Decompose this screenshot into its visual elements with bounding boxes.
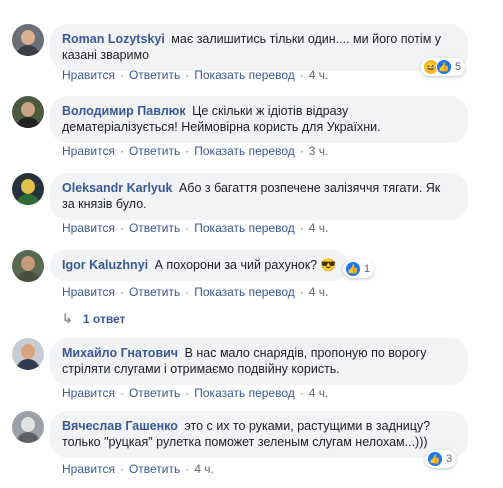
reaction-summary[interactable]: 👍 3 [425, 450, 457, 468]
comment-author[interactable]: Roman Lozytskyi [62, 32, 165, 46]
comment-time[interactable]: 4 ч. [194, 462, 214, 476]
comment-author[interactable]: Володимир Павлюк [62, 104, 186, 118]
avatar[interactable] [12, 250, 44, 282]
like-reaction-icon: 👍 [427, 451, 443, 467]
reply-button[interactable]: Ответить [129, 144, 180, 158]
reaction-count: 5 [455, 61, 462, 73]
comment-actions: Нравится · Ответить · Показать перевод · 4 ч. [62, 221, 329, 235]
like-button[interactable]: Нравится [62, 144, 115, 158]
comment-author[interactable]: Михайло Гнатович [62, 346, 178, 360]
comment-time[interactable]: 4 ч. [309, 285, 329, 299]
translate-button[interactable]: Показать перевод [194, 386, 295, 400]
comment-actions: Нравится · Ответить · Показать перевод · 4 ч. [62, 285, 329, 299]
comment-time[interactable]: 3 ч. [309, 144, 329, 158]
reaction-summary[interactable]: 👍 1 [343, 260, 375, 278]
comment-bubble: Roman Lozytskyi має залишитись тільки од… [50, 24, 468, 71]
like-button[interactable]: Нравится [62, 68, 115, 82]
comment-actions: Нравится · Ответить · Показать перевод · 3 ч. [62, 144, 329, 158]
comment-time[interactable]: 4 ч. [309, 221, 329, 235]
comment-author[interactable]: Igor Kaluzhnyi [62, 258, 148, 272]
reply-button[interactable]: Ответить [129, 285, 180, 299]
replies-count[interactable]: 1 ответ [83, 312, 126, 326]
like-button[interactable]: Нравится [62, 386, 115, 400]
like-reaction-icon: 👍 [345, 261, 361, 277]
reaction-count: 1 [364, 263, 371, 275]
comment-text: А похорони за чий рахунок? [154, 258, 318, 272]
translate-button[interactable]: Показать перевод [194, 221, 295, 235]
translate-button[interactable]: Показать перевод [194, 144, 295, 158]
like-button[interactable]: Нравится [62, 221, 115, 235]
comment-bubble: Igor Kaluzhnyi А похорони за чий рахунок… [50, 250, 349, 281]
comment-author[interactable]: Вячеслав Гашенко [62, 419, 178, 433]
comment-time[interactable]: 4 ч. [309, 68, 329, 82]
reaction-summary[interactable]: 😆 👍 5 [421, 58, 466, 76]
avatar[interactable] [12, 411, 44, 443]
comment-actions: Нравится · Ответить · 4 ч. [62, 462, 214, 476]
like-reaction-icon: 👍 [436, 59, 452, 75]
reply-button[interactable]: Ответить [129, 386, 180, 400]
avatar[interactable] [12, 338, 44, 370]
view-replies-link[interactable]: ↳ 1 ответ [62, 311, 125, 327]
reply-button[interactable]: Ответить [129, 221, 180, 235]
reply-button[interactable]: Ответить [129, 462, 180, 476]
like-button[interactable]: Нравится [62, 462, 115, 476]
comment-bubble: Вячеслав Гашенко это с их то руками, рас… [50, 411, 468, 458]
reply-button[interactable]: Ответить [129, 68, 180, 82]
avatar[interactable] [12, 96, 44, 128]
like-button[interactable]: Нравится [62, 285, 115, 299]
comment-time[interactable]: 4 ч. [309, 386, 329, 400]
avatar[interactable] [12, 173, 44, 205]
comment-bubble: Oleksandr Karlyuk Або з багаття розпечен… [50, 173, 468, 220]
reaction-count: 3 [446, 453, 453, 465]
comment-actions: Нравится · Ответить · Показать перевод · 4 ч. [62, 68, 329, 82]
reply-arrow-icon: ↳ [62, 311, 73, 326]
avatar[interactable] [12, 24, 44, 56]
translate-button[interactable]: Показать перевод [194, 68, 295, 82]
comment-actions: Нравится · Ответить · Показать перевод · 4 ч. [62, 386, 329, 400]
sunglasses-emoji: 😎 [320, 258, 337, 272]
translate-button[interactable]: Показать перевод [194, 285, 295, 299]
comment-bubble: Володимир Павлюк Це скільки ж ідіотів ві… [50, 96, 468, 143]
comment-bubble: Михайло Гнатович В нас мало снарядів, пр… [50, 338, 468, 385]
comment-author[interactable]: Oleksandr Karlyuk [62, 181, 172, 195]
